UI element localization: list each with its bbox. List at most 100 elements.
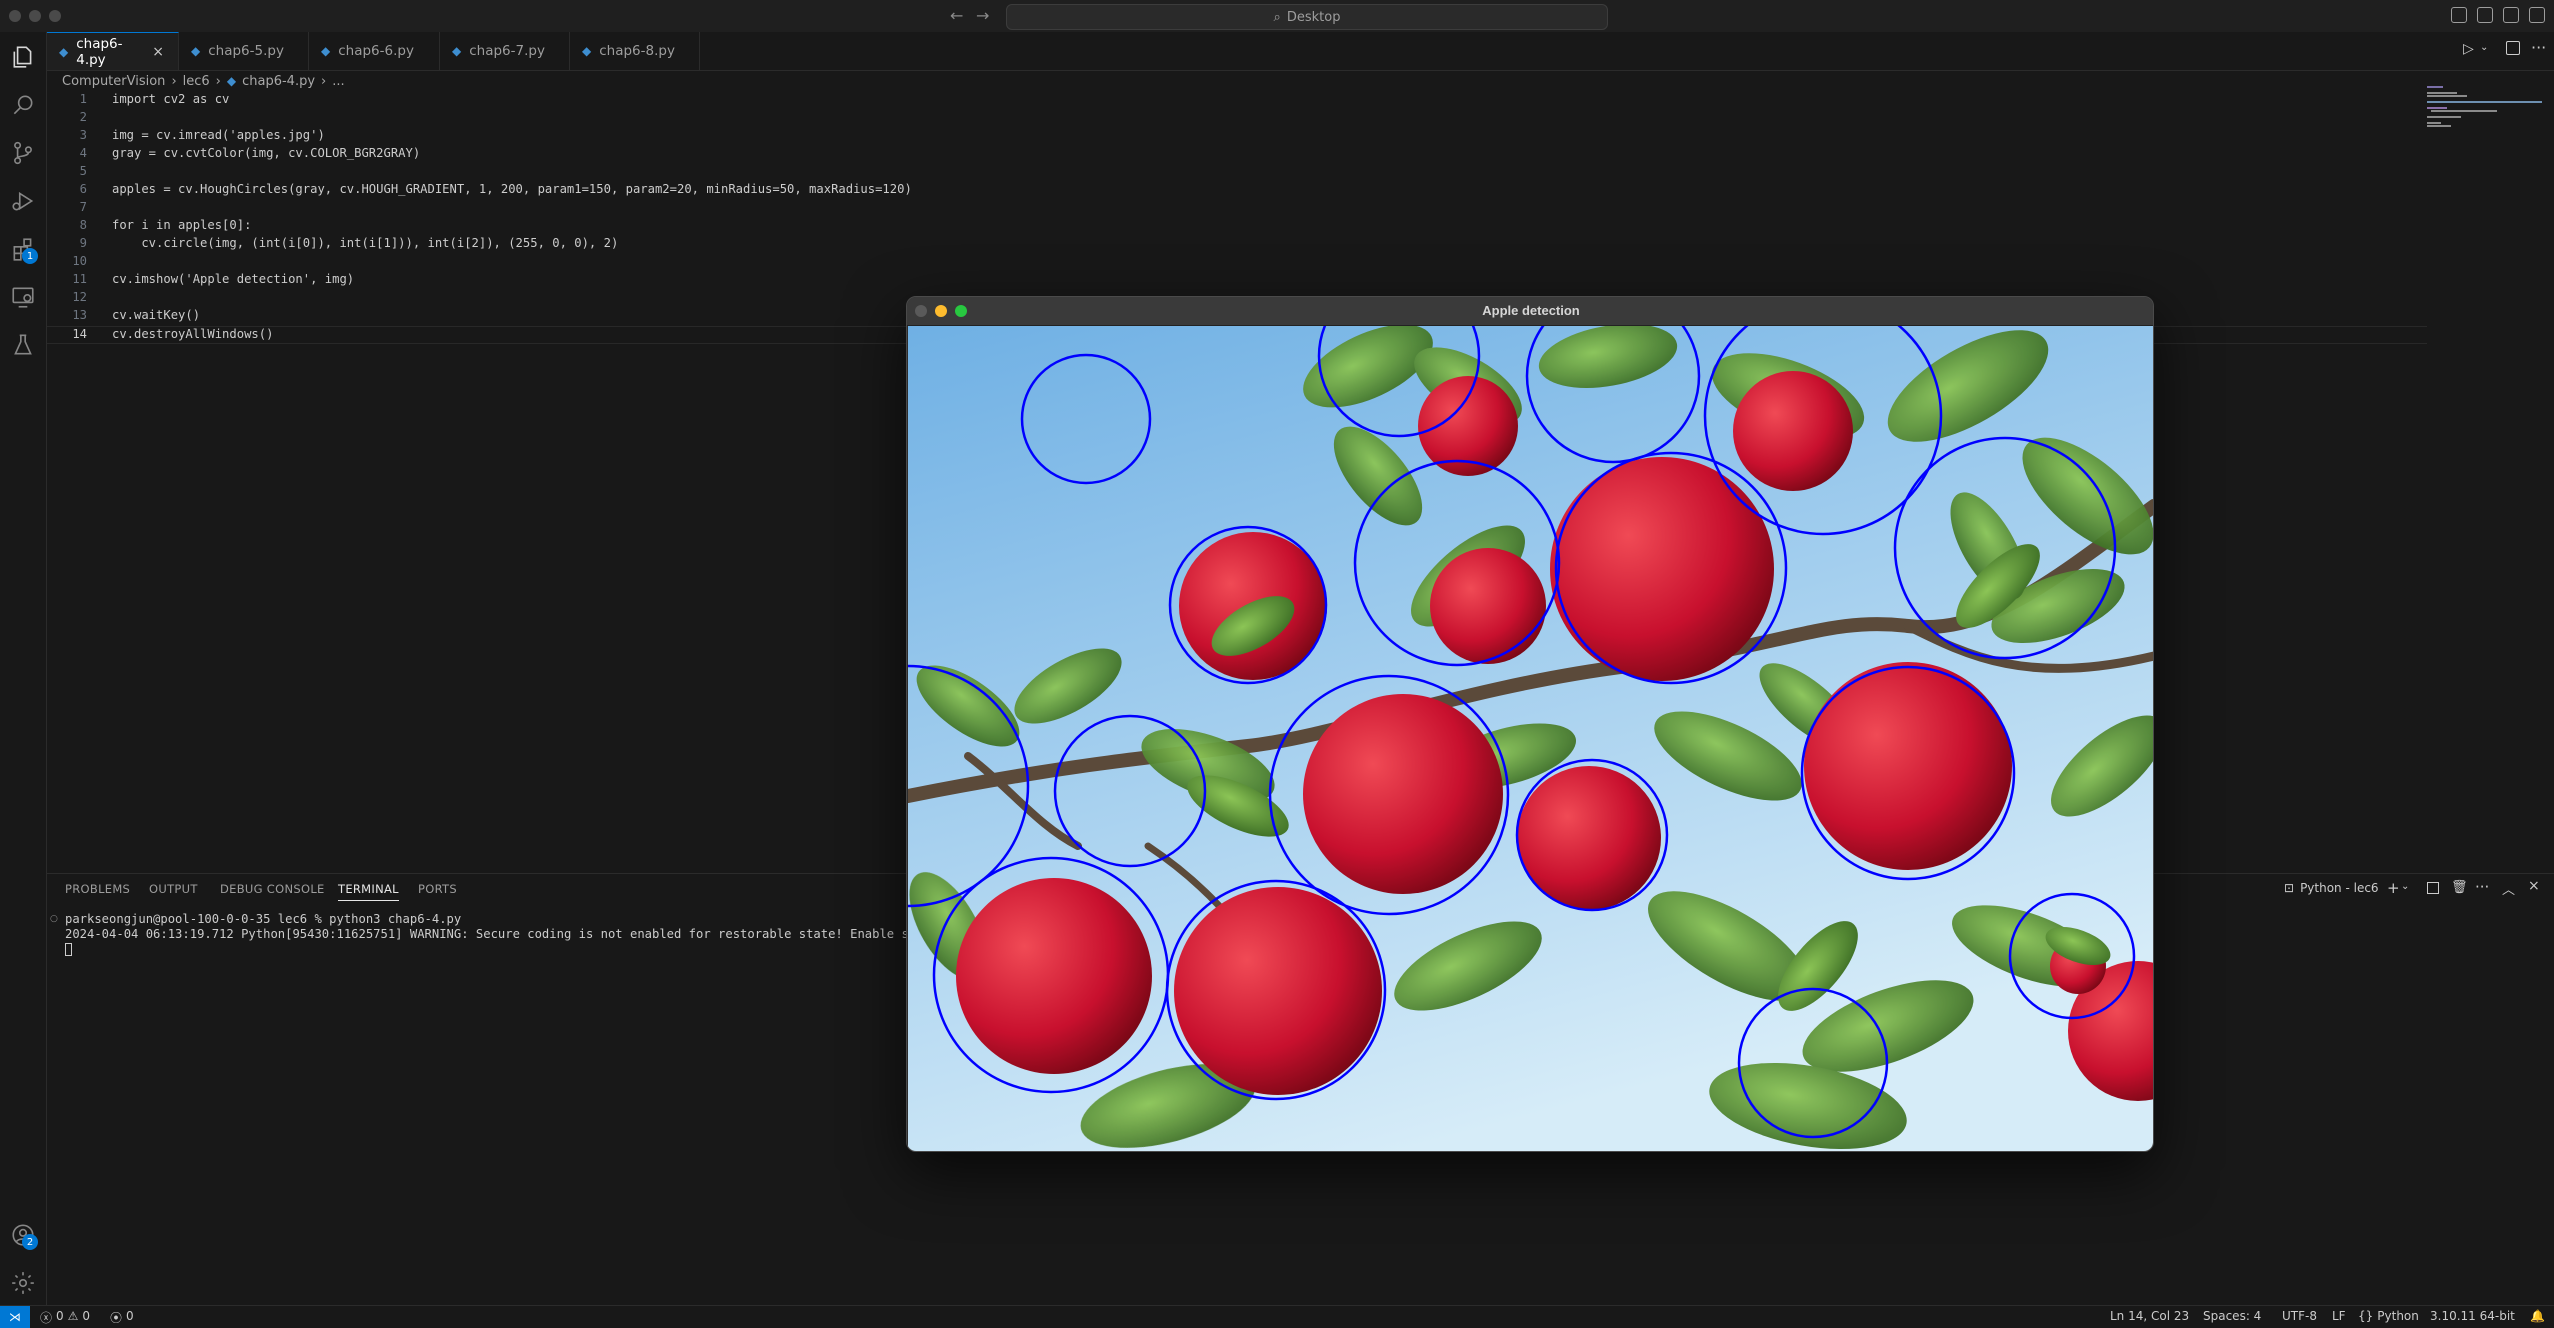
apple-detection-window[interactable]: Apple detection bbox=[906, 296, 2154, 1152]
run-dropdown-chevron-icon[interactable]: ⌄ bbox=[2480, 42, 2488, 53]
run-file-icon[interactable]: ▷ bbox=[2463, 41, 2474, 57]
code-line: img = cv.imread('apples.jpg') bbox=[112, 128, 325, 142]
python-file-icon: ◆ bbox=[59, 44, 69, 59]
toggle-panel-icon[interactable] bbox=[2477, 7, 2493, 23]
command-center-search[interactable]: ⌕ Desktop bbox=[1006, 4, 1608, 30]
extensions-icon[interactable]: 1 bbox=[0, 226, 46, 272]
tab-label: chap6-4.py bbox=[76, 35, 123, 68]
explorer-icon[interactable] bbox=[0, 34, 46, 80]
remote-explorer-icon[interactable] bbox=[0, 274, 46, 320]
activity-bar: 1 2 bbox=[0, 32, 47, 1305]
terminal-dropdown-chevron-icon[interactable]: ⌄ bbox=[2401, 881, 2409, 892]
minimize-window-button[interactable] bbox=[29, 10, 41, 22]
breadcrumb: ComputerVision › lec6 › ◆ chap6-4.py › .… bbox=[62, 70, 345, 92]
indentation[interactable]: Spaces: 4 bbox=[2203, 1309, 2261, 1323]
maximize-panel-chevron-up-icon[interactable]: ︿ bbox=[2502, 879, 2515, 898]
breadcrumb-file[interactable]: chap6-4.py bbox=[242, 74, 315, 89]
source-control-icon[interactable] bbox=[0, 130, 46, 176]
remote-indicator-icon[interactable]: ⋊ bbox=[0, 1306, 30, 1328]
code-line: apples = cv.HoughCircles(gray, cv.HOUGH_… bbox=[112, 182, 912, 196]
broadcast-icon: ⦿ bbox=[110, 1311, 123, 1325]
tab-label: chap6-8.py bbox=[599, 43, 675, 59]
terminal-line: parkseongjun@pool-100-0-0-35 lec6 % pyth… bbox=[65, 912, 462, 926]
close-window-button[interactable] bbox=[9, 10, 21, 22]
encoding[interactable]: UTF-8 bbox=[2282, 1309, 2317, 1323]
python-file-icon: ◆ bbox=[582, 44, 592, 58]
extensions-badge: 1 bbox=[22, 248, 38, 264]
kill-terminal-trash-icon[interactable]: 🗑 bbox=[2451, 880, 2468, 895]
language-label: Python bbox=[2377, 1309, 2419, 1323]
python-file-icon: ◆ bbox=[226, 74, 237, 88]
chevron-right-icon: › bbox=[215, 73, 221, 89]
terminal-profile-selector[interactable]: ⊡ Python - lec6 bbox=[2284, 881, 2379, 895]
tab-label: chap6-7.py bbox=[469, 43, 545, 59]
accounts-badge: 2 bbox=[22, 1234, 38, 1250]
tab-chap6-5[interactable]: ◆ chap6-5.py bbox=[179, 32, 309, 70]
python-interpreter[interactable]: 3.10.11 64-bit bbox=[2430, 1309, 2515, 1323]
more-actions-icon[interactable]: ··· bbox=[2531, 38, 2546, 57]
terminal-cursor bbox=[65, 943, 72, 956]
window-title: Apple detection bbox=[1482, 303, 1580, 318]
code-line: cv.waitKey() bbox=[112, 308, 201, 322]
braces-icon: {} bbox=[2358, 1309, 2374, 1323]
testing-icon[interactable] bbox=[0, 322, 46, 368]
editor-tab-bar: ◆ chap6-4.py × ◆ chap6-5.py ◆ chap6-6.py… bbox=[47, 32, 2554, 71]
code-line: for i in apples[0]: bbox=[112, 218, 252, 232]
panel-tab-problems[interactable]: PROBLEMS bbox=[65, 882, 130, 896]
split-editor-icon[interactable] bbox=[2506, 41, 2520, 55]
panel-tab-ports[interactable]: PORTS bbox=[418, 882, 457, 896]
more-actions-icon[interactable]: ··· bbox=[2475, 878, 2489, 896]
chevron-right-icon: › bbox=[321, 73, 327, 89]
customize-layout-icon[interactable] bbox=[2529, 7, 2545, 23]
minimap[interactable] bbox=[2427, 84, 2547, 144]
window-zoom-button[interactable] bbox=[955, 305, 967, 317]
search-icon[interactable] bbox=[0, 82, 46, 128]
back-arrow-icon[interactable]: ← bbox=[950, 6, 963, 25]
breadcrumb-subfolder[interactable]: lec6 bbox=[183, 74, 210, 89]
panel-tab-terminal[interactable]: TERMINAL bbox=[338, 882, 399, 901]
forward-arrow-icon[interactable]: → bbox=[976, 6, 989, 25]
terminal-icon: ⊡ bbox=[2284, 881, 2295, 895]
window-close-button[interactable] bbox=[915, 305, 927, 317]
ports-count: 0 bbox=[126, 1309, 134, 1323]
close-tab-icon[interactable]: × bbox=[152, 44, 164, 60]
tab-chap6-8[interactable]: ◆ chap6-8.py bbox=[570, 32, 700, 70]
tab-chap6-4[interactable]: ◆ chap6-4.py × bbox=[47, 32, 179, 70]
toggle-primary-sidebar-icon[interactable] bbox=[2451, 7, 2467, 23]
python-file-icon: ◆ bbox=[321, 44, 331, 58]
breadcrumb-more[interactable]: ... bbox=[332, 74, 344, 89]
toggle-secondary-sidebar-icon[interactable] bbox=[2503, 7, 2519, 23]
settings-gear-icon[interactable] bbox=[0, 1260, 46, 1306]
tab-label: chap6-6.py bbox=[338, 43, 414, 59]
cursor-position[interactable]: Ln 14, Col 23 bbox=[2110, 1309, 2189, 1323]
panel-tab-output[interactable]: OUTPUT bbox=[149, 882, 198, 896]
ports-indicator[interactable]: ⦿ 0 bbox=[110, 1309, 134, 1326]
chevron-right-icon: › bbox=[171, 73, 177, 89]
title-bar: ← → ⌕ Desktop bbox=[0, 0, 2554, 33]
error-icon: ⓧ bbox=[40, 1311, 53, 1325]
apple-photo-with-circles bbox=[908, 326, 2153, 1151]
tab-chap6-7[interactable]: ◆ chap6-7.py bbox=[440, 32, 570, 70]
breadcrumb-folder[interactable]: ComputerVision bbox=[62, 74, 165, 89]
command-decoration-icon: ○ bbox=[50, 914, 58, 924]
python-file-icon: ◆ bbox=[452, 44, 462, 58]
close-panel-icon[interactable]: × bbox=[2528, 878, 2540, 894]
code-line: cv.circle(img, (int(i[0]), int(i[1])), i… bbox=[112, 236, 619, 250]
window-title-bar[interactable]: Apple detection bbox=[907, 297, 2153, 326]
window-minimize-button[interactable] bbox=[935, 305, 947, 317]
status-bar: ⋊ ⓧ 0 ⚠ 0 ⦿ 0 Ln 14, Col 23 Spaces: 4 UTF-8… bbox=[0, 1305, 2554, 1328]
warning-count: 0 bbox=[82, 1309, 91, 1323]
new-terminal-icon[interactable]: + bbox=[2387, 879, 2400, 897]
run-debug-icon[interactable] bbox=[0, 178, 46, 224]
code-line: cv.destroyAllWindows() bbox=[112, 327, 274, 341]
end-of-line[interactable]: LF bbox=[2332, 1309, 2346, 1323]
notifications-bell-icon[interactable]: 🔔 bbox=[2530, 1309, 2545, 1323]
accounts-icon[interactable]: 2 bbox=[0, 1212, 46, 1258]
language-mode[interactable]: {} Python bbox=[2358, 1309, 2419, 1323]
tab-chap6-6[interactable]: ◆ chap6-6.py bbox=[309, 32, 440, 70]
split-terminal-icon[interactable] bbox=[2427, 882, 2439, 894]
problems-indicator[interactable]: ⓧ 0 ⚠ 0 bbox=[40, 1309, 90, 1326]
zoom-window-button[interactable] bbox=[49, 10, 61, 22]
panel-tab-debug-console[interactable]: DEBUG CONSOLE bbox=[220, 882, 325, 896]
command-center-label: Desktop bbox=[1286, 9, 1341, 25]
